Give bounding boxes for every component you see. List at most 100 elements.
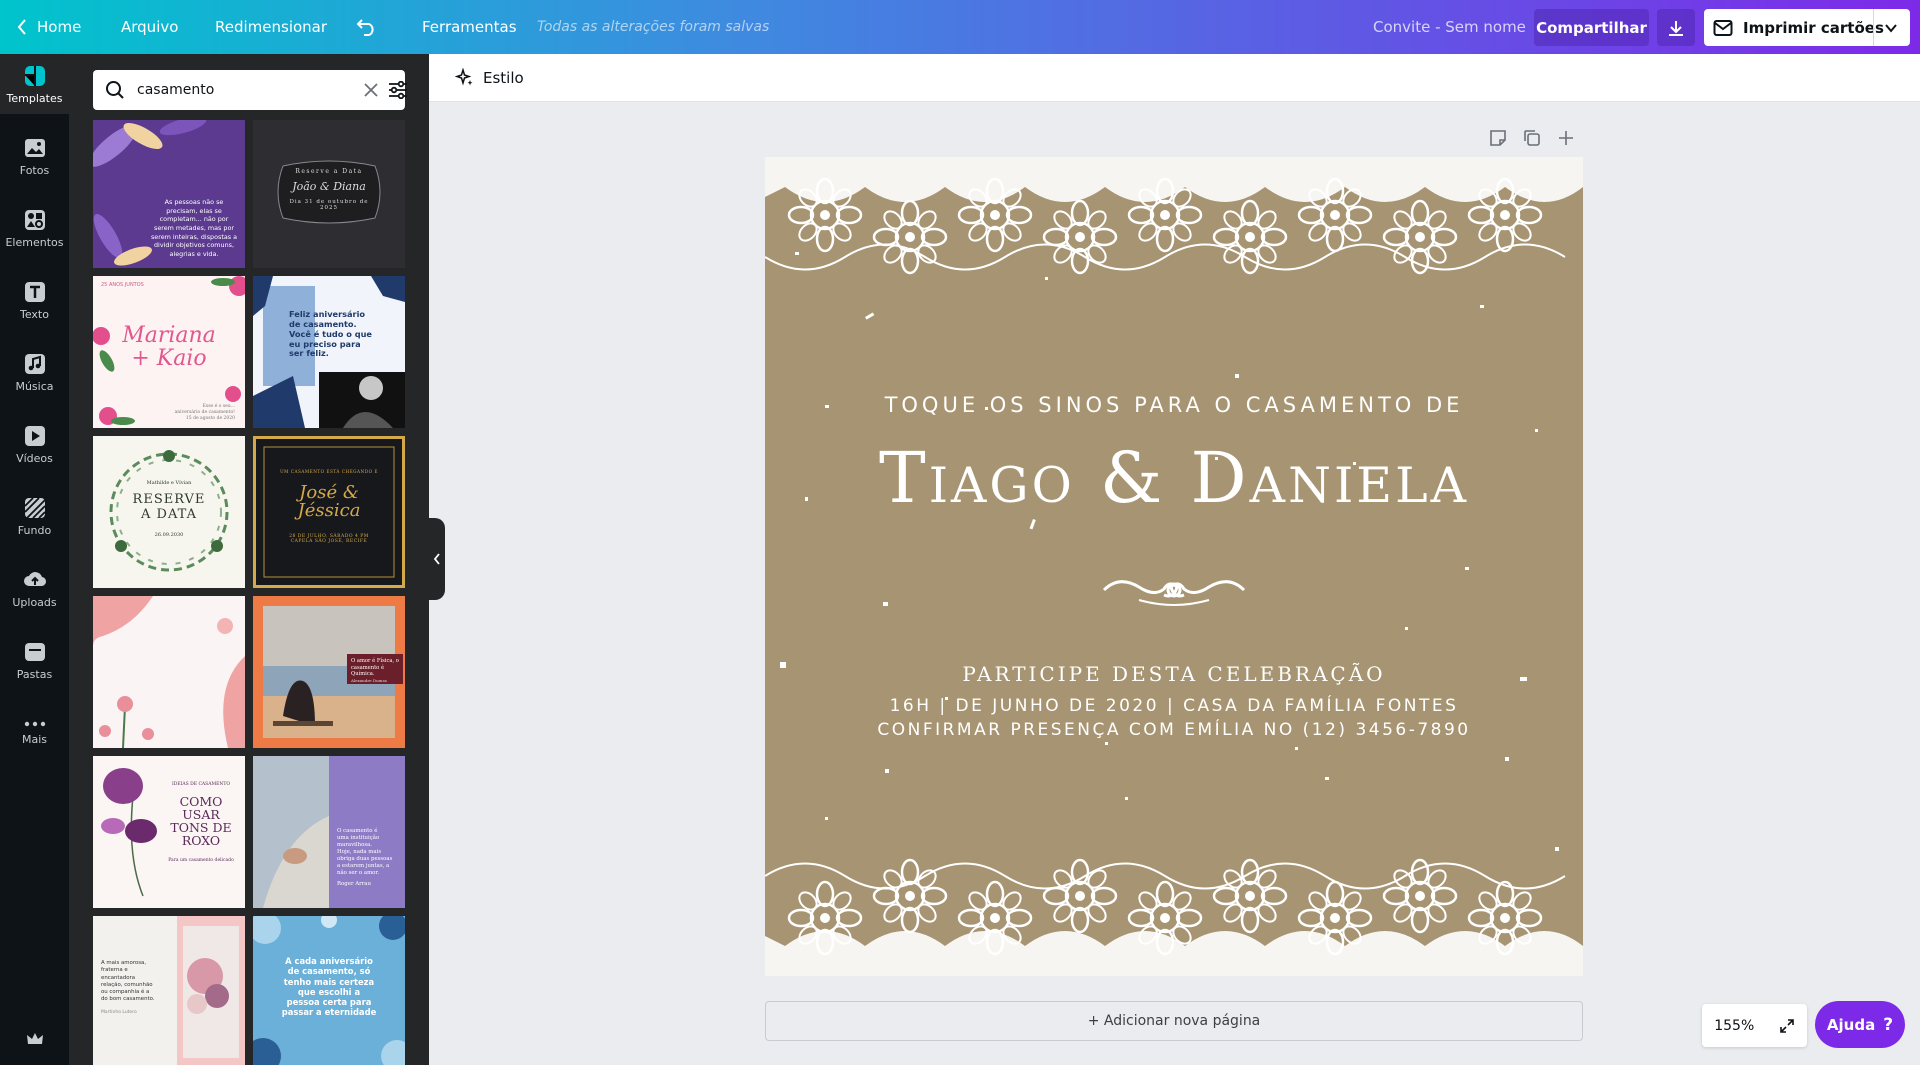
template-thumbnail[interactable]: As pessoas não se precisam, elas se comp… bbox=[93, 120, 245, 268]
rsvp-details[interactable]: CONFIRMAR PRESENÇA COM EMÍLIA NO (12) 34… bbox=[765, 720, 1583, 740]
template-text: não ser o amor. bbox=[337, 870, 380, 877]
template-text: IDEIAS DE CASAMENTO bbox=[171, 782, 231, 787]
clear-icon[interactable] bbox=[363, 82, 379, 98]
rail-label: Elementos bbox=[5, 235, 64, 249]
tools-menu[interactable]: Ferramentas bbox=[422, 0, 517, 54]
rail-label: Fotos bbox=[19, 163, 50, 177]
template-text: alegrias e vida. bbox=[169, 249, 219, 258]
template-thumbnail[interactable]: A cada aniversário de casamento, só tenh… bbox=[253, 916, 405, 1065]
template-text: do bom casamento. bbox=[101, 996, 155, 1003]
chevron-down-icon[interactable] bbox=[1884, 21, 1898, 35]
design-canvas[interactable]: TOQUE OS SINOS PARA O CASAMENTO DE Tiago… bbox=[765, 157, 1583, 976]
template-grid: As pessoas não se precisam, elas se comp… bbox=[93, 120, 405, 1065]
page-actions bbox=[1488, 128, 1576, 148]
template-text: 26.09.2030 bbox=[154, 532, 184, 538]
template-thumbnail[interactable]: Reserve a Data João & Diana Dia 31 de ou… bbox=[253, 120, 405, 268]
music-icon bbox=[24, 353, 45, 374]
premium-button[interactable] bbox=[0, 1024, 69, 1054]
template-text: de casamento, só bbox=[287, 966, 371, 977]
rail-item-photos[interactable]: Fotos bbox=[0, 126, 69, 186]
collapse-panel-button[interactable] bbox=[429, 518, 445, 600]
zoom-control[interactable]: 155% bbox=[1702, 1004, 1807, 1047]
rail-item-music[interactable]: Música bbox=[0, 342, 69, 402]
resize-menu[interactable]: Redimensionar bbox=[215, 0, 327, 54]
folder-icon bbox=[24, 642, 45, 661]
rail-label: Mais bbox=[21, 732, 48, 746]
template-thumbnail[interactable]: UM CASAMENTO ESTÁ CHEGANDO E José & Jéss… bbox=[253, 436, 405, 588]
rail-item-background[interactable]: Fundo bbox=[0, 486, 69, 546]
chevron-left-icon bbox=[17, 19, 26, 35]
upload-icon bbox=[23, 571, 46, 586]
template-thumbnail[interactable]: IDEIAS DE CASAMENTO COMO USAR TONS DE RO… bbox=[93, 756, 245, 908]
style-button[interactable]: Estilo bbox=[447, 62, 532, 94]
rail-item-text[interactable]: Texto bbox=[0, 270, 69, 330]
design-name[interactable]: Convite - Sem nome bbox=[1373, 0, 1526, 54]
templates-icon bbox=[24, 65, 45, 86]
template-text: uma instituição bbox=[337, 835, 380, 842]
filter-icon[interactable] bbox=[388, 81, 408, 99]
template-text: ser feliz. bbox=[289, 348, 329, 359]
template-thumbnail[interactable]: 25 ANOS JUNTOS Mariana + Kaio Esse é o s… bbox=[93, 276, 245, 428]
share-button[interactable]: Compartilhar bbox=[1534, 9, 1649, 46]
template-text: Roger Arrau bbox=[337, 881, 371, 888]
top-bar: Home Arquivo Redimensionar Ferramentas T… bbox=[0, 0, 1920, 54]
celebration-heading[interactable]: PARTICIPE DESTA CELEBRAÇÃO bbox=[765, 662, 1583, 686]
home-label: Home bbox=[37, 18, 82, 36]
template-text: Reserve a Data bbox=[295, 168, 363, 175]
photos-icon bbox=[24, 138, 45, 157]
rail-item-videos[interactable]: Vídeos bbox=[0, 414, 69, 474]
help-button[interactable]: Ajuda ? bbox=[1815, 1001, 1905, 1048]
invite-headline[interactable]: TOQUE OS SINOS PARA O CASAMENTO DE bbox=[765, 393, 1583, 417]
duplicate-icon[interactable] bbox=[1522, 128, 1542, 148]
rail-item-folders[interactable]: Pastas bbox=[0, 630, 69, 690]
save-status: Todas as alterações foram salvas bbox=[537, 19, 770, 35]
expand-icon[interactable] bbox=[1779, 1018, 1795, 1034]
print-cards-button[interactable]: Imprimir cartões bbox=[1704, 9, 1910, 46]
template-text: Para um casamento delicado bbox=[168, 857, 234, 863]
template-text: UM CASAMENTO ESTÁ CHEGANDO E bbox=[280, 469, 378, 474]
search-input[interactable] bbox=[137, 70, 337, 110]
template-text: serem metades, mas por bbox=[154, 223, 234, 232]
search-icon bbox=[106, 81, 124, 99]
event-details[interactable]: 16H | DE JUNHO DE 2020 | CASA DA FAMÍLIA… bbox=[765, 696, 1583, 716]
template-text: pessoa certa para bbox=[286, 997, 372, 1007]
flourish-ornament bbox=[1102, 580, 1246, 606]
add-page-button[interactable]: + Adicionar nova página bbox=[765, 1001, 1583, 1041]
template-thumbnail[interactable] bbox=[93, 596, 245, 748]
rail-label: Música bbox=[15, 379, 54, 393]
zoom-level[interactable]: 155% bbox=[1714, 1018, 1754, 1034]
couple-names[interactable]: Tiago & Daniela bbox=[765, 437, 1583, 519]
template-text: O casamento é bbox=[337, 828, 378, 834]
add-icon[interactable] bbox=[1556, 128, 1576, 148]
download-button[interactable] bbox=[1657, 9, 1695, 46]
editor-toolbar: Estilo bbox=[429, 54, 1920, 102]
rail-label: Pastas bbox=[16, 667, 53, 681]
template-thumbnail[interactable]: Mathilde e Vívian RESERVE A DATA 26.09.2… bbox=[93, 436, 245, 588]
template-thumbnail[interactable]: O casamento é uma instituição maravilhos… bbox=[253, 756, 405, 908]
template-text: maravilhosa. bbox=[337, 842, 373, 849]
template-text: fraterna e bbox=[101, 967, 128, 974]
note-icon[interactable] bbox=[1488, 128, 1508, 148]
rail-item-uploads[interactable]: Uploads bbox=[0, 558, 69, 618]
template-thumbnail[interactable]: Feliz aniversário de casamento. Você é t… bbox=[253, 276, 405, 428]
template-text: passar a eternidade bbox=[281, 1007, 377, 1018]
template-thumbnail[interactable]: A mais amorosa, fraterna e encantadora r… bbox=[93, 916, 245, 1065]
rail-item-elements[interactable]: Elementos bbox=[0, 198, 69, 258]
template-text: As pessoas não se bbox=[164, 198, 224, 206]
rail-label: Fundo bbox=[17, 523, 52, 537]
rail-item-more[interactable]: Mais bbox=[0, 702, 69, 762]
home-button[interactable]: Home bbox=[17, 0, 81, 54]
undo-button[interactable] bbox=[356, 0, 378, 54]
file-menu[interactable]: Arquivo bbox=[121, 0, 178, 54]
template-text: Mathilde e Vívian bbox=[146, 480, 192, 486]
video-icon bbox=[24, 425, 45, 446]
template-text: 25 ANOS JUNTOS bbox=[101, 282, 144, 288]
rail-label: Templates bbox=[6, 91, 63, 105]
rail-item-templates[interactable]: Templates bbox=[0, 54, 69, 114]
template-text: Alexandre Dumas bbox=[351, 677, 387, 683]
template-text: Mariana bbox=[122, 323, 216, 348]
question-icon: ? bbox=[1883, 1014, 1894, 1035]
template-text: 2025 bbox=[320, 205, 338, 211]
template-thumbnail[interactable]: O amor é Física, o casamento é Química. … bbox=[253, 596, 405, 748]
template-text: encantadora bbox=[101, 974, 136, 981]
